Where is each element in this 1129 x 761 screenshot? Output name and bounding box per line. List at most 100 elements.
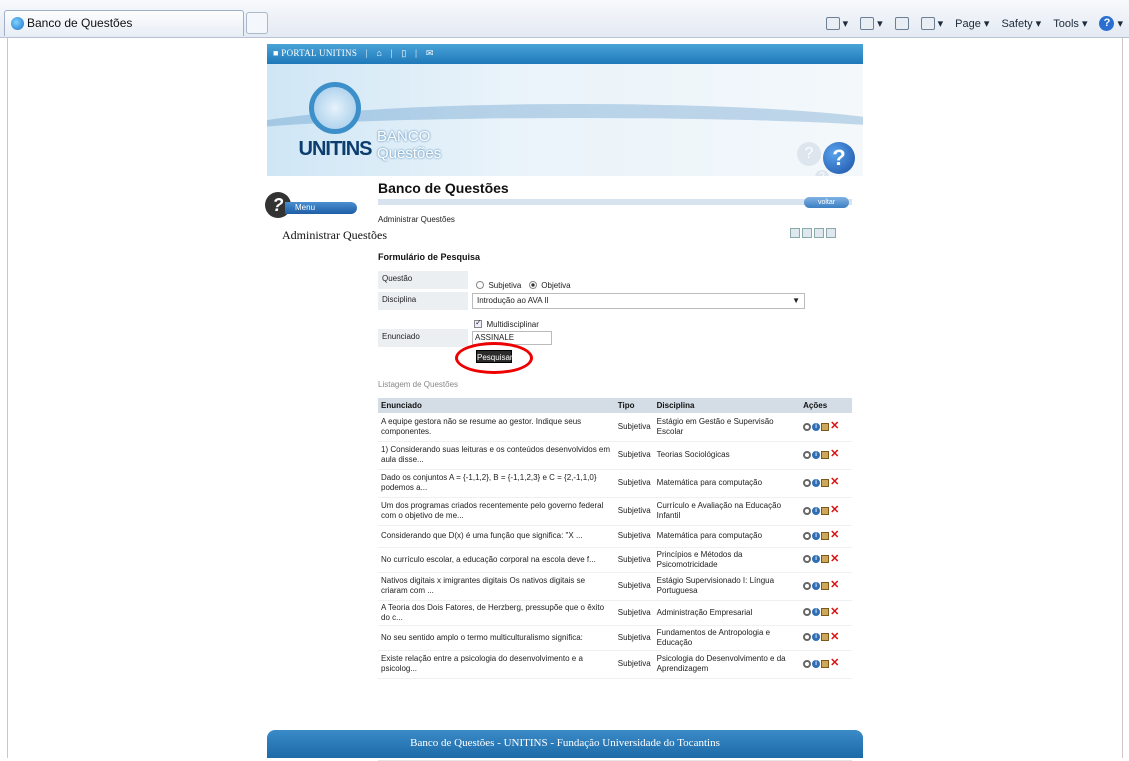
- multidisciplinar-label: Multidisciplinar: [486, 320, 539, 329]
- cell-tipo: Subjetiva: [614, 547, 654, 573]
- cell-disciplina: Estágio Supervisionado I: Língua Portugu…: [653, 572, 801, 601]
- table-row: Um dos programas criados recentemente pe…: [378, 497, 852, 526]
- delete-icon[interactable]: ✕: [830, 505, 839, 516]
- view-icon[interactable]: [803, 506, 812, 515]
- cell-tipo: Subjetiva: [614, 413, 654, 442]
- delete-icon[interactable]: ✕: [830, 606, 839, 617]
- title-divider: [378, 199, 852, 205]
- banner-title-line2: Questões: [377, 145, 442, 162]
- info-icon[interactable]: i: [812, 531, 821, 540]
- info-icon[interactable]: i: [812, 581, 821, 590]
- new-tab-button[interactable]: [246, 12, 268, 34]
- delete-icon[interactable]: ✕: [830, 631, 839, 642]
- info-icon[interactable]: i: [812, 506, 821, 515]
- info-icon[interactable]: i: [812, 555, 821, 564]
- delete-icon[interactable]: ✕: [830, 580, 839, 591]
- home-button[interactable]: ▾: [825, 17, 848, 30]
- portal-link[interactable]: ■ PORTAL UNITINS: [273, 48, 357, 58]
- edit-icon[interactable]: [821, 422, 830, 431]
- delete-icon[interactable]: ✕: [830, 421, 839, 432]
- view-icon[interactable]: [803, 531, 812, 540]
- cell-tipo: Subjetiva: [614, 497, 654, 526]
- help-icon[interactable]: ?: [823, 142, 855, 174]
- tab-title: Banco de Questões: [27, 16, 133, 30]
- delete-icon[interactable]: ✕: [830, 477, 839, 488]
- edit-icon[interactable]: [821, 450, 830, 459]
- disciplina-selected-value: Introdução ao AVA II: [477, 296, 549, 305]
- radio-subjetiva[interactable]: [476, 281, 484, 289]
- edit-icon[interactable]: [802, 228, 812, 238]
- view-icon[interactable]: [803, 478, 812, 487]
- view-icon[interactable]: [803, 555, 812, 564]
- info-icon[interactable]: i: [812, 478, 821, 487]
- chevron-down-icon: ▼: [792, 296, 800, 305]
- safety-menu[interactable]: Safety ▾: [1001, 17, 1041, 30]
- cell-acoes: i ✕: [800, 497, 852, 526]
- edit-icon[interactable]: [821, 581, 830, 590]
- label-disciplina: Disciplina: [378, 292, 468, 310]
- mail-button[interactable]: [894, 17, 909, 30]
- home-icon: [825, 17, 840, 30]
- command-bar: ▾ ▾ ▾ Page ▾ Safety ▾ Tools ▾ ? ▾: [825, 16, 1123, 31]
- delete-icon[interactable]: ✕: [830, 449, 839, 460]
- browser-toolbar: Banco de Questões ▾ ▾ ▾ Page ▾ Safety ▾ …: [0, 0, 1129, 38]
- printer-icon: [920, 17, 935, 30]
- home-icon[interactable]: ⌂: [376, 48, 382, 58]
- delete-icon[interactable]: ✕: [830, 553, 839, 564]
- multidisciplinar-checkbox[interactable]: [474, 318, 482, 328]
- view-icon[interactable]: [803, 633, 812, 642]
- edit-icon[interactable]: [821, 478, 830, 487]
- table-row: Existe relação entre a psicologia do des…: [378, 650, 852, 679]
- view-icon[interactable]: [803, 450, 812, 459]
- cell-enunciado: No seu sentido amplo o termo multicultur…: [378, 625, 615, 651]
- copy-icon[interactable]: [826, 228, 836, 238]
- mail-icon[interactable]: ✉: [426, 48, 434, 58]
- delete-icon[interactable]: [814, 228, 824, 238]
- table-row: A equipe gestora não se resume ao gestor…: [378, 413, 852, 442]
- delete-icon[interactable]: ✕: [830, 658, 839, 669]
- form-title: Formulário de Pesquisa: [378, 252, 481, 262]
- cell-acoes: i ✕: [800, 413, 852, 442]
- voltar-button[interactable]: voltar: [804, 197, 849, 208]
- menu-header: Menu: [285, 202, 357, 214]
- info-icon[interactable]: i: [812, 450, 821, 459]
- cell-tipo: Subjetiva: [614, 572, 654, 601]
- view-icon[interactable]: [803, 581, 812, 590]
- info-icon[interactable]: i: [812, 659, 821, 668]
- info-icon[interactable]: i: [812, 608, 821, 617]
- edit-icon[interactable]: [821, 506, 830, 515]
- edit-icon[interactable]: [821, 555, 830, 564]
- new-icon[interactable]: [790, 228, 800, 238]
- page-menu[interactable]: Page ▾: [955, 17, 989, 30]
- info-icon[interactable]: i: [812, 633, 821, 642]
- table-row: No currículo escolar, a educação corpora…: [378, 547, 852, 573]
- print-button[interactable]: ▾: [920, 17, 943, 30]
- delete-icon[interactable]: ✕: [830, 530, 839, 541]
- cell-acoes: i ✕: [800, 525, 852, 548]
- radio-objetiva[interactable]: [528, 281, 537, 289]
- edit-icon[interactable]: [821, 531, 830, 540]
- radio-objetiva-label: Objetiva: [541, 281, 571, 290]
- browser-tab[interactable]: Banco de Questões: [4, 10, 244, 36]
- disciplina-select[interactable]: Introdução ao AVA II ▼: [472, 293, 805, 309]
- footer: Banco de Questões - UNITINS - Fundação U…: [267, 730, 863, 758]
- view-icon[interactable]: [803, 422, 812, 431]
- nav-separator: |: [365, 48, 368, 58]
- info-icon[interactable]: i: [812, 422, 821, 431]
- cell-tipo: Subjetiva: [614, 600, 654, 626]
- cell-disciplina: Matemática para computação: [653, 525, 801, 548]
- mail-icon: [894, 17, 909, 30]
- document-icon[interactable]: ▯: [401, 48, 406, 58]
- cell-tipo: Subjetiva: [614, 469, 654, 498]
- label-questao: Questão: [378, 271, 468, 289]
- edit-icon[interactable]: [821, 659, 830, 668]
- edit-icon[interactable]: [821, 608, 830, 617]
- menu-item-administrar-questoes[interactable]: Administrar Questões: [282, 228, 387, 243]
- edit-icon[interactable]: [821, 633, 830, 642]
- feeds-button[interactable]: ▾: [860, 17, 883, 30]
- pesquisar-button[interactable]: Pesquisar: [476, 350, 513, 363]
- view-icon[interactable]: [803, 659, 812, 668]
- tools-menu[interactable]: Tools ▾: [1053, 17, 1087, 30]
- help-menu[interactable]: ? ▾: [1099, 16, 1123, 31]
- view-icon[interactable]: [803, 608, 812, 617]
